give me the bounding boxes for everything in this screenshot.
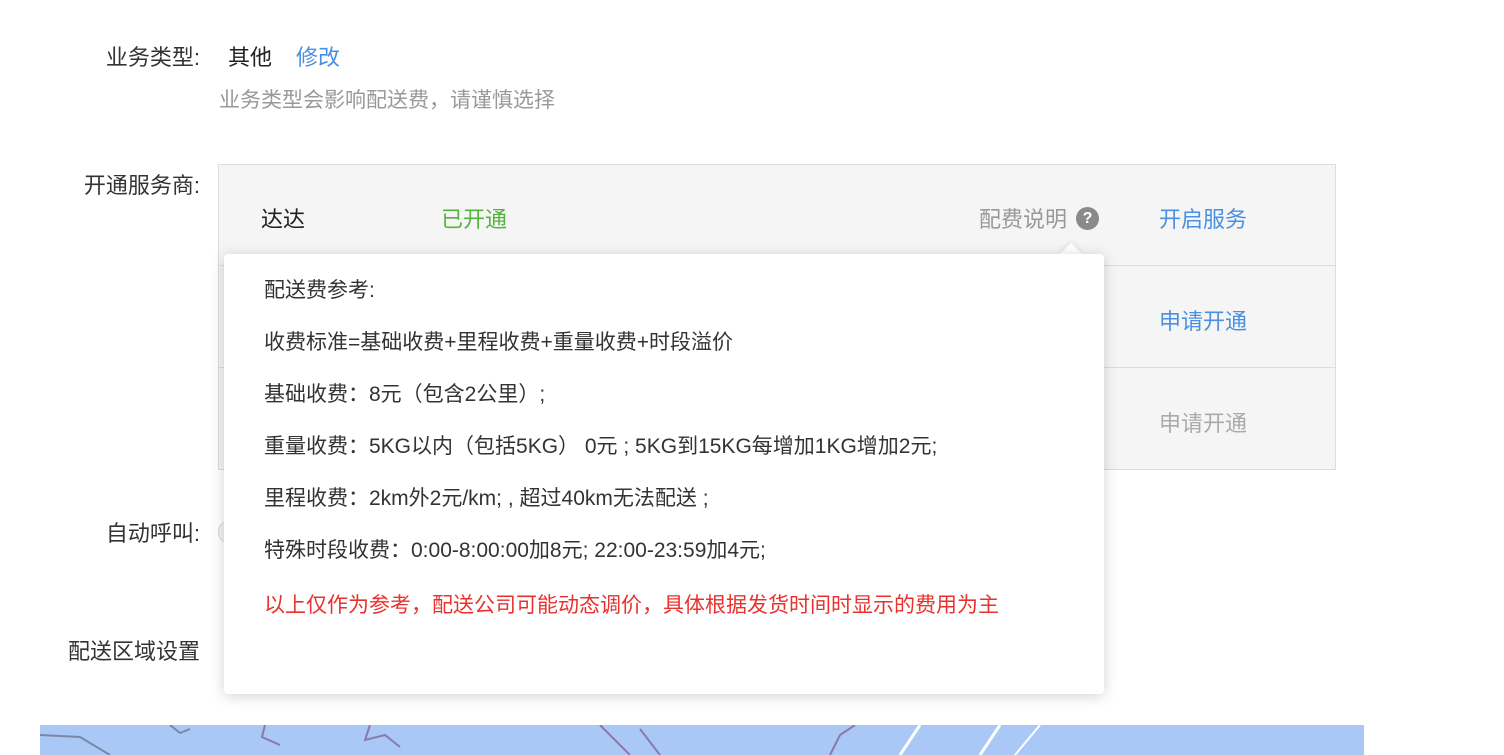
popover-line: 基础收费：8元（包含2公里）; xyxy=(264,383,546,406)
fee-info-label: 配费说明 xyxy=(979,207,1068,232)
business-type-label: 业务类型: xyxy=(105,45,200,70)
popover-line: 里程收费：2km外2元/km; , 超过40km无法配送 ; xyxy=(264,487,709,510)
enable-service-button[interactable]: 开启服务 xyxy=(1159,202,1247,234)
popover-title: 配送费参考: xyxy=(264,279,375,302)
popover-line: 重量收费：5KG以内（包括5KG） 0元 ; 5KG到15KG每增加1KG增加2… xyxy=(264,435,938,458)
popover-line: 特殊时段收费：0:00-8:00:00加8元; 22:00-23:59加4元; xyxy=(264,539,766,562)
question-circle-icon[interactable]: ? xyxy=(1076,206,1100,230)
apply-open-button[interactable]: 申请开通 xyxy=(1159,304,1247,336)
delivery-area-label: 配送区域设置 xyxy=(67,639,200,664)
map-roads xyxy=(40,725,1041,755)
auto-call-label: 自动呼叫: xyxy=(105,521,200,546)
provider-row: 达达 已开通 配费说明 ? 开启服务 xyxy=(219,165,1335,266)
popover-disclaimer: 以上仅作为参考，配送公司可能动态调价，具体根据发货时间时显示的费用为主 xyxy=(264,594,999,617)
apply-open-button-disabled: 申请开通 xyxy=(1159,411,1248,436)
providers-label: 开通服务商: xyxy=(83,173,200,198)
provider-name: 达达 xyxy=(261,207,306,232)
edit-business-type-link[interactable]: 修改 xyxy=(296,40,340,72)
provider-status: 已开通 xyxy=(441,207,508,232)
popover-line: 收费标准=基础收费+里程收费+重量收费+时段溢价 xyxy=(264,331,734,354)
business-type-value: 其他 xyxy=(228,45,273,70)
fee-info-trigger[interactable]: 配费说明 ? xyxy=(979,202,1100,234)
business-type-hint: 业务类型会影响配送费，请谨慎选择 xyxy=(219,89,555,112)
delivery-area-map[interactable] xyxy=(40,725,1364,755)
fee-info-popover: 配送费参考: 收费标准=基础收费+里程收费+重量收费+时段溢价 基础收费：8元（… xyxy=(224,254,1104,694)
